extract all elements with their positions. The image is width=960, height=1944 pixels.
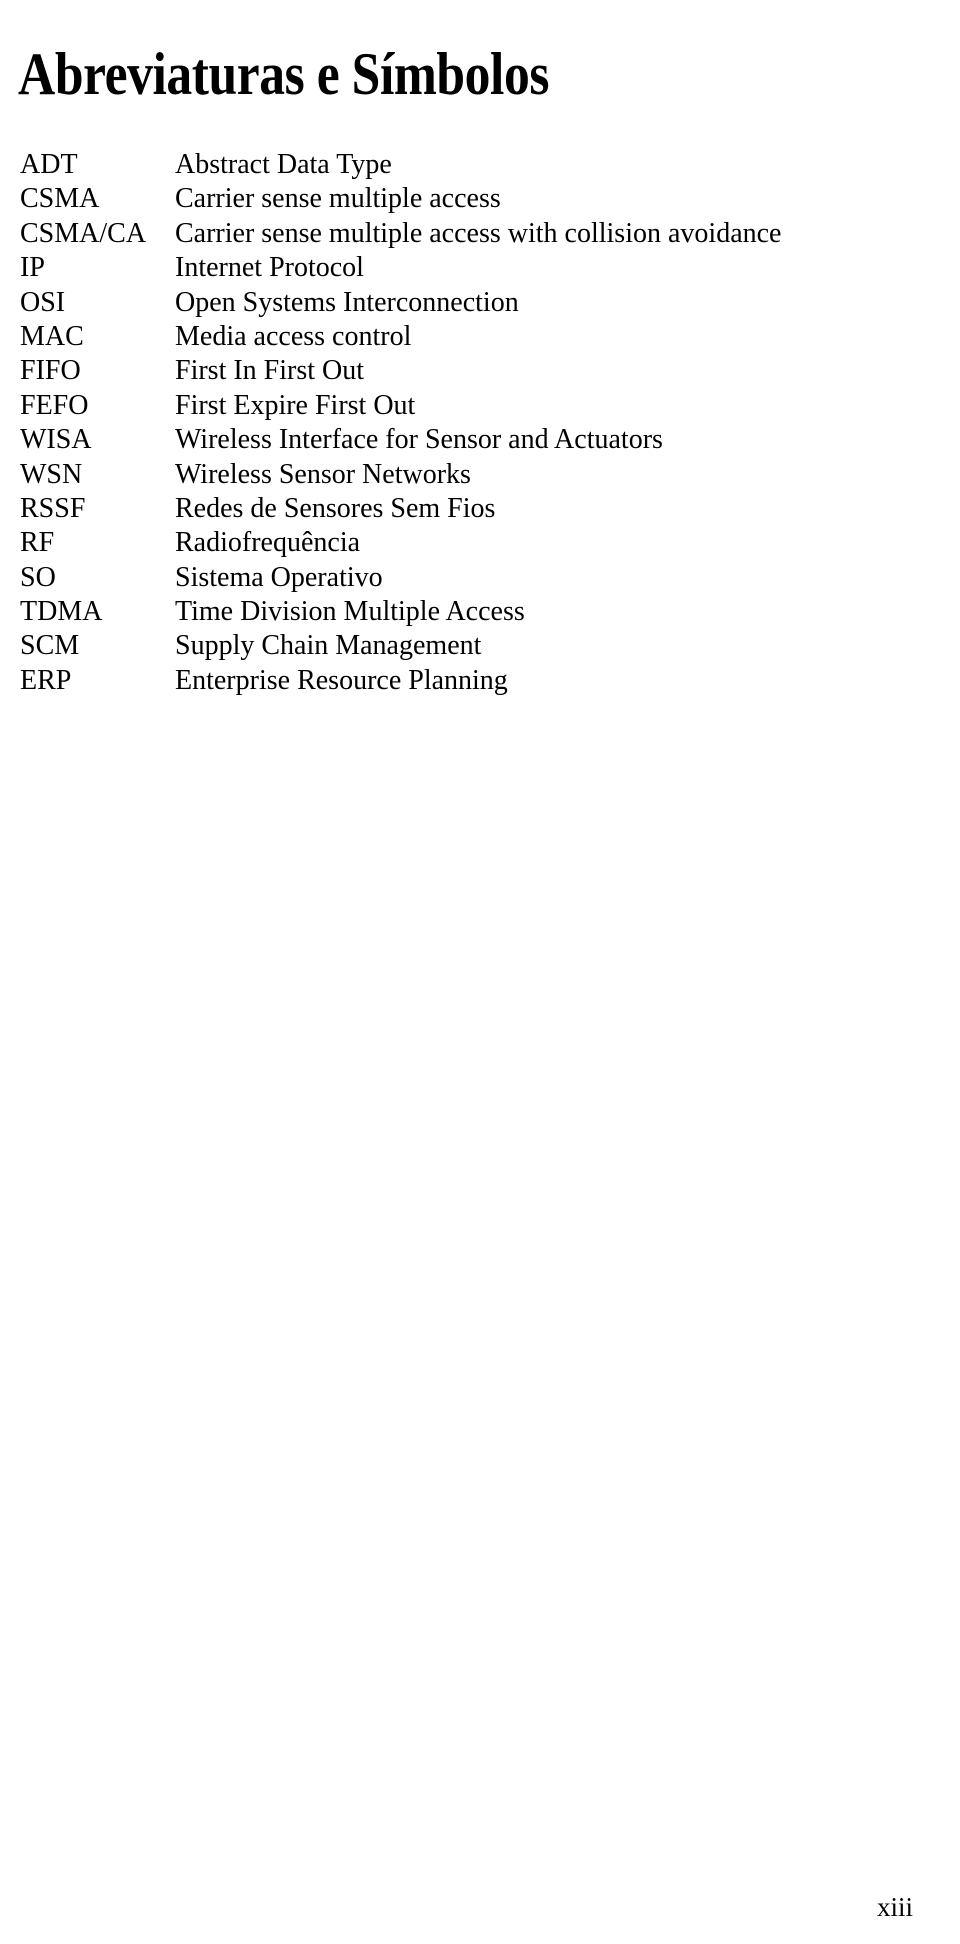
abbreviation-term: MAC [20,320,84,352]
abbreviation-row: SCM Supply Chain Management [20,629,920,663]
abbreviation-row: WISA Wireless Interface for Sensor and Ac… [20,423,920,457]
abbreviation-definition: Open Systems Interconnection [175,286,519,318]
abbreviation-definition: Carrier sense multiple access with colli… [175,217,782,249]
abbreviation-term: ERP [20,664,72,696]
abbreviation-row: FEFO First Expire First Out [20,389,920,423]
abbreviation-row: CSMA Carrier sense multiple access [20,182,920,216]
abbreviation-term: RF [20,527,55,559]
abbreviation-row: IP Internet Protocol [20,251,920,285]
abbreviation-definition: Wireless Sensor Networks [175,458,471,490]
abbreviation-definition: Media access control [175,320,412,352]
abbreviation-term: WSN [20,458,83,490]
abbreviation-row: MAC Media access control [20,320,920,354]
abbreviation-term: WISA [20,424,92,456]
abbreviation-row: FIFO First In First Out [20,354,920,388]
abbreviation-row: SO Sistema Operativo [20,561,920,595]
document-page: Abreviaturas e Símbolos ADT Abstract Data… [0,0,960,1944]
abbreviation-definition: Redes de Sensores Sem Fios [175,492,496,524]
page-title: Abreviaturas e Símbolos [18,41,549,108]
abbreviation-row: WSN Wireless Sensor Networks [20,458,920,492]
abbreviation-definition: Supply Chain Management [175,630,482,662]
page-number: xiii [876,1892,913,1922]
abbreviation-definition: Sistema Operativo [175,561,383,593]
abbreviation-term: SCM [20,630,80,662]
abbreviation-definition: Wireless Interface for Sensor and Actuat… [175,424,663,456]
abbreviation-definition: First In First Out [175,355,365,387]
abbreviation-term: FIFO [20,355,81,387]
abbreviation-definition: Radiofrequência [175,527,361,559]
abbreviation-term: SO [20,561,56,593]
abbreviation-definition: Time Division Multiple Access [175,596,525,628]
abbreviation-definition: Enterprise Resource Planning [175,664,508,696]
abbreviation-row: CSMA/CA Carrier sense multiple access wit… [20,217,920,251]
abbreviation-definition: Internet Protocol [175,252,364,284]
abbreviation-row: RF Radiofrequência [20,526,920,560]
abbreviation-term: CSMA/CA [20,217,147,249]
abbreviation-definition: Carrier sense multiple access [175,183,501,215]
abbreviation-row: TDMA Time Division Multiple Access [20,595,920,629]
abbreviation-row: RSSF Redes de Sensores Sem Fios [20,492,920,526]
abbreviation-term: OSI [20,286,66,318]
abbreviations-list: ADT Abstract Data Type CSMA Carrier sense m… [20,148,920,698]
abbreviation-term: TDMA [20,596,103,628]
abbreviation-term: FEFO [20,389,89,421]
abbreviation-row: ADT Abstract Data Type [20,148,920,182]
abbreviation-definition: Abstract Data Type [175,149,392,180]
abbreviation-term: ADT [20,149,78,180]
abbreviation-row: OSI Open Systems Interconnection [20,286,920,320]
abbreviation-row: ERP Enterprise Resource Planning [20,664,920,698]
abbreviation-term: RSSF [20,492,86,524]
abbreviation-term: CSMA [20,183,100,215]
abbreviation-term: IP [20,252,45,284]
abbreviation-definition: First Expire First Out [175,389,416,421]
